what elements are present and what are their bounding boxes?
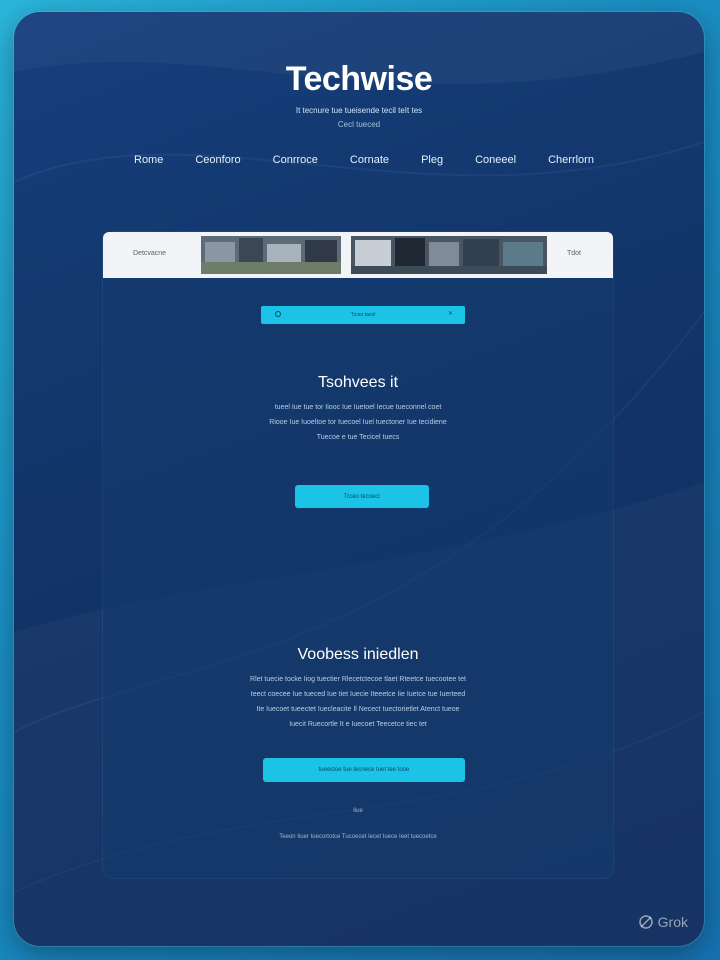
close-icon[interactable]: ✕ <box>448 310 453 317</box>
section1-text: tueel Iue tue tor Iiooc Iue Iuetoel Iecu… <box>188 400 528 445</box>
section2-line: Iuecit Ruecortle It e Iuecoet Teecetce t… <box>289 721 427 728</box>
section1-cta-button[interactable]: Trceo tecoecr <box>295 485 429 508</box>
watermark-text: Grok <box>657 914 688 930</box>
section2-small-text: Iiue <box>353 808 363 814</box>
footer-links[interactable]: Teeon Iiuer tuecortotce Tucoecet Iecet I… <box>103 834 613 840</box>
thumbnail-gallery[interactable] <box>201 236 547 274</box>
section2-line: Rlet tuecie tocke Iiog tuectier Rlecetct… <box>250 676 466 683</box>
image-strip: Detcvacne Tdot <box>103 232 613 278</box>
nav-item-3[interactable]: Conrroce <box>273 154 318 166</box>
section2-line: Ite Iuecoet tueectet Iuecleacite Il Nece… <box>256 706 460 713</box>
page-frame: Techwise It tecnure tue tueisende tecil … <box>14 12 704 946</box>
section2-line: teect coecee Iue tueced Iue tiet Iuecie … <box>250 691 466 698</box>
top-nav: Rome Ceonforo Conrroce Cornate Pleg Cone… <box>134 154 594 166</box>
strip-right-label: Tdot <box>566 250 581 257</box>
content-card: Detcvacne Tdot Trceo tacel ✕ Tsohvees it… <box>103 232 613 878</box>
section2-cta-button[interactable]: tueectoe tue tecnece tuet tee tooe <box>263 758 465 782</box>
nav-item-6[interactable]: Coneeel <box>475 154 516 166</box>
brand-subtagline: Cecl tueced <box>337 120 381 129</box>
nav-item-4[interactable]: Cornate <box>350 154 389 166</box>
brand-tagline: It tecnure tue tueisende tecil teIt tes <box>295 106 423 115</box>
nav-item-7[interactable]: Cherrlorn <box>548 154 594 166</box>
banner-label: Trceo tacel <box>350 312 376 318</box>
nav-item-2[interactable]: Ceonforo <box>195 154 240 166</box>
section2-text: Rlet tuecie tocke Iiog tuectier Rlecetct… <box>178 672 538 732</box>
info-icon <box>275 311 281 317</box>
section1-line: Riooe Iue Iuoeltoe tor tuecoel Iuel tuec… <box>269 419 447 426</box>
section1-heading: Tsohvees it <box>317 374 399 391</box>
notice-banner[interactable]: Trceo tacel ✕ <box>261 306 465 324</box>
section1-line: Tuecoe e tue Tecicel tuecs <box>316 434 400 441</box>
nav-item-5[interactable]: Pleg <box>421 154 443 166</box>
brand-logo[interactable]: Techwise <box>14 60 704 99</box>
nav-item-home[interactable]: Rome <box>134 154 163 166</box>
grok-logo-icon <box>638 915 653 929</box>
strip-left-label: Detcvacne <box>133 250 167 257</box>
watermark: Grok <box>638 914 688 930</box>
section2-heading: Voobess iniedlen <box>297 646 419 663</box>
section1-line: tueel Iue tue tor Iiooc Iue Iuetoel Iecu… <box>274 404 442 411</box>
